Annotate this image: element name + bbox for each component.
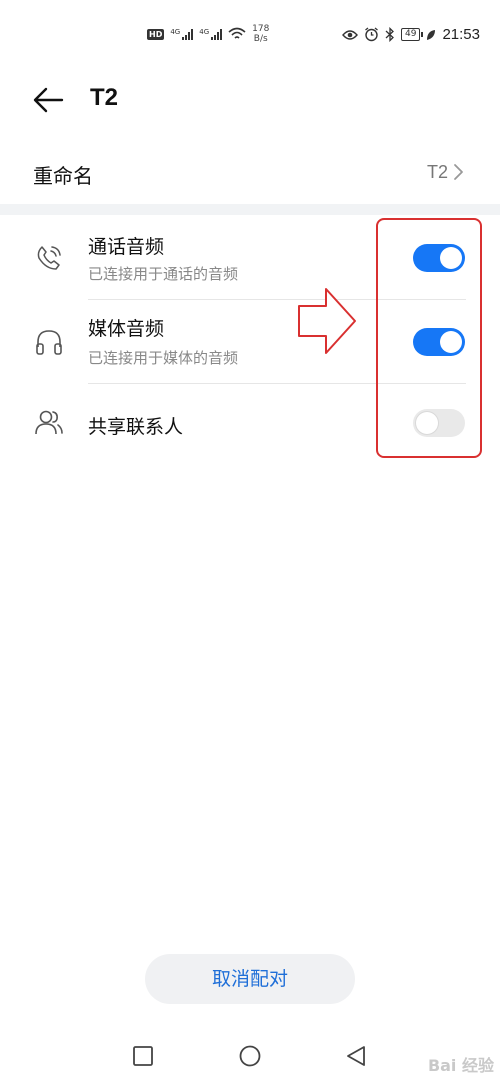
setting-title: 共享联系人 — [88, 416, 184, 438]
speed-unit: B/s — [253, 34, 268, 44]
back-arrow-icon — [33, 87, 64, 113]
eye-icon — [342, 29, 358, 40]
clock: 21:53 — [442, 26, 480, 43]
unpair-button[interactable]: 取消配对 — [145, 954, 355, 1004]
status-right: 49 21:53 — [342, 26, 480, 43]
setting-subtitle: 已连接用于通话的音频 — [88, 265, 239, 283]
alarm-icon — [365, 27, 378, 42]
hd-badge: HD — [147, 28, 165, 40]
annotation-arrow-icon — [298, 288, 356, 354]
rename-row[interactable]: 重命名 T2 — [0, 146, 500, 198]
rename-label: 重命名 — [33, 164, 93, 188]
signal-icon-sim2: 4G — [199, 28, 223, 40]
speed-value: 178 — [252, 24, 270, 34]
back-button[interactable] — [30, 82, 70, 118]
annotation-highlight-box — [376, 218, 482, 458]
setting-subtitle: 已连接用于媒体的音频 — [88, 349, 239, 367]
setting-title: 媒体音频 — [88, 318, 165, 340]
back-triangle-icon[interactable] — [344, 1044, 368, 1068]
app-header: T2 — [0, 78, 500, 122]
navigation-bar: Bai 经验 — [0, 1030, 500, 1084]
phone-icon — [37, 246, 61, 270]
setting-title: 通话音频 — [88, 236, 165, 258]
wifi-icon — [228, 27, 246, 39]
bluetooth-icon — [385, 27, 394, 42]
network-speed: 178 B/s — [252, 24, 269, 44]
watermark: Bai 经验 — [427, 1056, 494, 1075]
battery-icon: 49 — [401, 28, 424, 41]
home-icon[interactable] — [238, 1044, 262, 1068]
recent-apps-icon[interactable] — [131, 1044, 155, 1068]
chevron-right-icon — [454, 164, 463, 180]
contacts-icon — [35, 410, 63, 435]
signal-icon-sim1: 4G — [170, 28, 194, 40]
headphones-icon — [36, 330, 62, 355]
section-divider — [0, 204, 500, 215]
status-bar: HD 4G 4G 178 B/s 49 21:53 — [0, 0, 500, 72]
network-type-sim1: 4G — [170, 28, 181, 36]
rename-value: T2 — [426, 162, 448, 182]
leaf-icon — [427, 29, 436, 40]
page-title: T2 — [90, 84, 119, 111]
status-left: HD 4G 4G 178 B/s — [147, 24, 269, 44]
network-type-sim2: 4G — [199, 28, 210, 36]
